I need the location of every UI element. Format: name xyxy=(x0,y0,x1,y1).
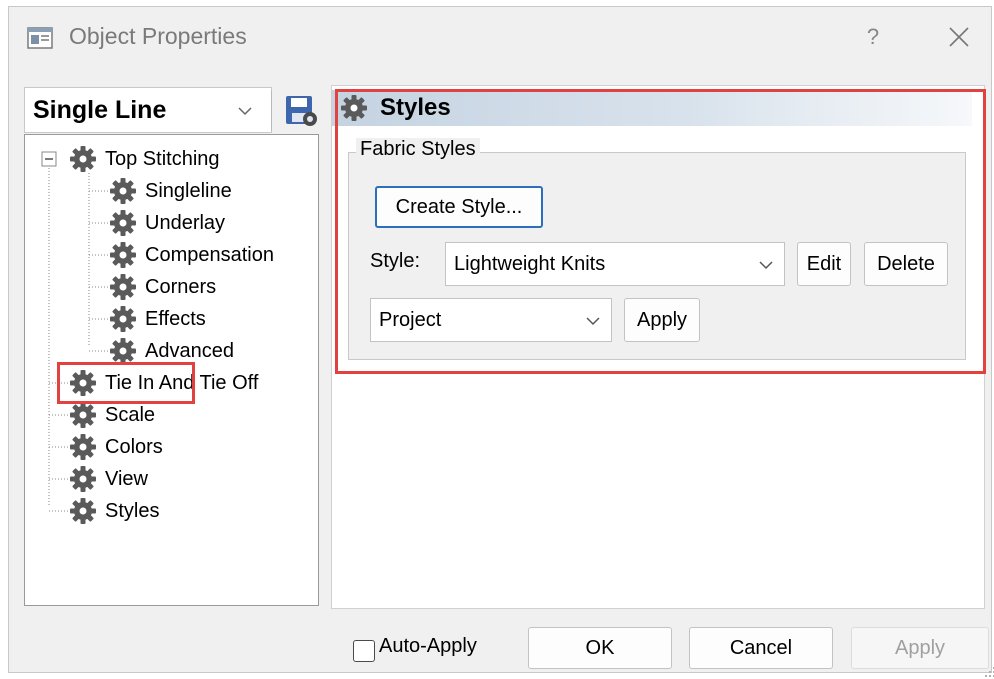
gear-icon xyxy=(69,433,97,461)
save-settings-button[interactable] xyxy=(283,93,319,129)
tree-item-scale[interactable]: Scale xyxy=(69,401,155,429)
gear-icon xyxy=(109,273,137,301)
apply-button[interactable]: Apply xyxy=(851,627,989,669)
tree-item-colors[interactable]: Colors xyxy=(69,433,163,461)
tree-item-label: Styles xyxy=(105,499,160,522)
close-icon xyxy=(949,27,969,47)
resize-grip-icon[interactable] xyxy=(981,663,994,679)
cancel-button[interactable]: Cancel xyxy=(689,627,833,669)
tree-item-underlay[interactable]: Underlay xyxy=(109,209,225,237)
auto-apply-checkbox[interactable] xyxy=(353,640,375,662)
gear-icon xyxy=(109,305,137,333)
styles-highlight xyxy=(57,362,195,404)
tree-item-label: Advanced xyxy=(145,339,234,362)
save-settings-icon xyxy=(286,96,317,126)
help-button[interactable]: ? xyxy=(853,20,893,54)
close-button[interactable] xyxy=(939,20,979,54)
object-type-value: Single Line xyxy=(33,96,167,124)
tree-item-label: Top Stitching xyxy=(105,147,220,170)
tree-item-label: Singleline xyxy=(145,179,232,202)
tree-item-styles[interactable]: Styles xyxy=(69,497,159,525)
tree-item-view[interactable]: View xyxy=(69,465,148,493)
tree-item-label: Colors xyxy=(105,435,163,458)
gear-icon xyxy=(109,241,137,269)
dialog-icon xyxy=(27,27,53,49)
tree-item-label: Corners xyxy=(145,275,217,298)
window-title: Object Properties xyxy=(69,23,247,49)
gear-icon xyxy=(69,145,97,173)
tree-item-label: Effects xyxy=(145,307,206,330)
tree-item-singleline[interactable]: Singleline xyxy=(109,177,232,205)
gear-icon xyxy=(109,177,137,205)
auto-apply-label: Auto-Apply xyxy=(379,635,477,657)
tree-item-top-stitching[interactable]: Top Stitching xyxy=(69,145,220,173)
tree-item-corners[interactable]: Corners xyxy=(109,273,216,301)
gear-icon xyxy=(109,337,137,365)
object-properties-dialog: Object Properties ? Single Line Top Stit… xyxy=(8,6,994,677)
tree-item-label: Scale xyxy=(105,403,156,426)
title-bar: Object Properties ? xyxy=(9,7,991,67)
chevron-down-icon xyxy=(238,107,252,116)
gear-icon xyxy=(109,209,137,237)
tree-item-advanced[interactable]: Advanced xyxy=(109,337,234,365)
tree-item-compensation[interactable]: Compensation xyxy=(109,241,274,269)
object-type-dropdown[interactable]: Single Line xyxy=(24,87,272,133)
gear-icon xyxy=(69,497,97,525)
gear-icon xyxy=(69,401,97,429)
gear-icon xyxy=(69,465,97,493)
tree-item-label: Underlay xyxy=(145,211,226,234)
tree-item-effects[interactable]: Effects xyxy=(109,305,206,333)
toolbar-divider xyxy=(271,91,272,131)
panel-highlight xyxy=(335,89,986,374)
ok-button[interactable]: OK xyxy=(528,627,672,669)
tree-item-label: Compensation xyxy=(145,243,274,266)
tree-item-label: View xyxy=(105,467,148,490)
